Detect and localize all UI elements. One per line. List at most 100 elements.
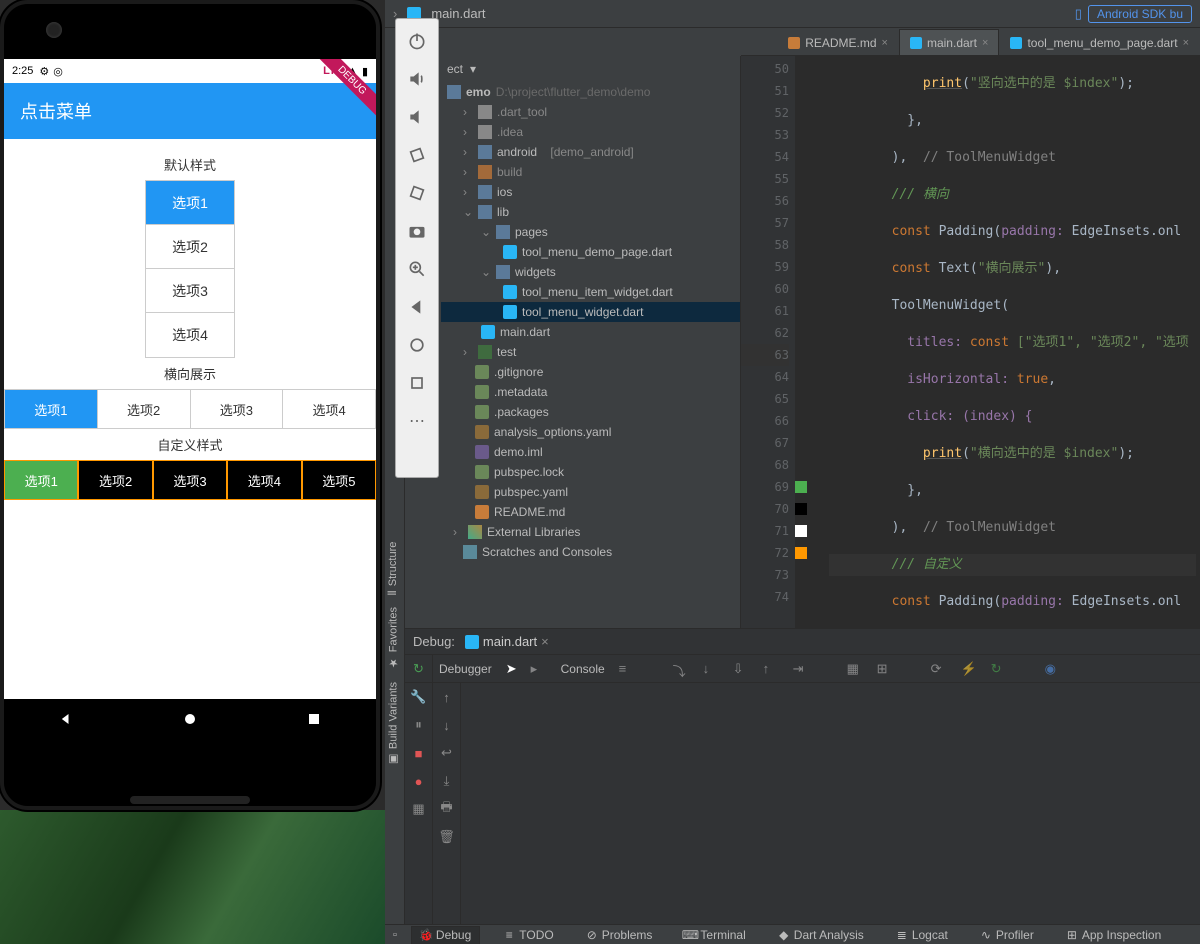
status-tab-appinspection[interactable]: ⊞App Inspection xyxy=(1057,926,1170,944)
scroll-icon[interactable]: ⤓ xyxy=(439,773,455,789)
hmenu-item[interactable]: 选项1 xyxy=(5,390,98,428)
vmenu-item[interactable]: 选项2 xyxy=(146,225,234,269)
cmenu-item[interactable]: 选项2 xyxy=(78,460,152,500)
structure-tab[interactable]: ⫴ Structure xyxy=(385,536,401,601)
close-icon[interactable]: × xyxy=(1183,37,1189,49)
table-icon[interactable]: ▦ xyxy=(847,661,863,677)
rerun-icon[interactable]: ↻ xyxy=(411,661,427,677)
tree-file[interactable]: .metadata xyxy=(441,382,740,402)
favorites-tab[interactable]: ★ Favorites xyxy=(385,601,402,675)
color-swatch-green[interactable] xyxy=(795,481,807,493)
breadcrumb-file[interactable]: main.dart xyxy=(431,6,485,21)
debugger-tab[interactable]: Debugger xyxy=(439,662,492,676)
power-icon[interactable] xyxy=(407,31,427,51)
close-icon[interactable]: × xyxy=(882,37,888,49)
tree-item[interactable]: ⌄pages xyxy=(441,222,740,242)
more-icon[interactable]: ⋯ xyxy=(407,411,427,431)
step-out-icon[interactable]: ↑ xyxy=(763,661,779,677)
clear-icon[interactable]: 🗑 xyxy=(439,829,455,845)
devtools-icon[interactable]: ◉ xyxy=(1045,661,1061,677)
cmenu-item[interactable]: 选项5 xyxy=(302,460,376,500)
tree-file[interactable]: demo.iml xyxy=(441,442,740,462)
status-tab-profiler[interactable]: ∿Profiler xyxy=(971,926,1043,944)
tree-item[interactable]: ⌄lib xyxy=(441,202,740,222)
back-icon[interactable] xyxy=(407,297,427,317)
color-swatch-white[interactable] xyxy=(795,525,807,537)
pause-icon[interactable]: ⏸ xyxy=(411,717,427,733)
tree-file[interactable]: analysis_options.yaml xyxy=(441,422,740,442)
home-icon[interactable] xyxy=(407,335,427,355)
code-area[interactable]: print("竖向选中的是 $index"); }, ), // ToolMen… xyxy=(825,56,1200,628)
close-icon[interactable]: × xyxy=(982,37,988,49)
camera-icon[interactable] xyxy=(407,221,427,241)
status-tab-todo[interactable]: ≡TODO xyxy=(494,926,562,944)
vmenu-item[interactable]: 选项1 xyxy=(146,181,234,225)
hot-reload-icon[interactable]: ⚡ xyxy=(961,661,977,677)
tree-file[interactable]: pubspec.lock xyxy=(441,462,740,482)
step-force-icon[interactable]: ⇩ xyxy=(733,661,749,677)
status-tab-terminal[interactable]: ⌨Terminal xyxy=(675,926,754,944)
cmenu-item[interactable]: 选项3 xyxy=(153,460,227,500)
step-over-icon[interactable]: ⤵ xyxy=(673,661,689,677)
debug-file[interactable]: main.dart × xyxy=(465,634,549,649)
tab-main[interactable]: main.dart × xyxy=(899,29,999,55)
build-variants-tab[interactable]: ▣ Build Variants xyxy=(385,676,402,772)
down-icon[interactable]: ↓ xyxy=(439,717,455,733)
tree-item[interactable]: ›.dart_tool xyxy=(441,102,740,122)
breakpoints-icon[interactable]: ● xyxy=(411,773,427,789)
color-swatch-orange[interactable] xyxy=(795,547,807,559)
device-selector[interactable]: Android SDK bu xyxy=(1088,5,1192,23)
tree-item[interactable]: ›build xyxy=(441,162,740,182)
tree-file[interactable]: README.md xyxy=(441,502,740,522)
overview-icon[interactable] xyxy=(407,373,427,393)
tree-file[interactable]: .gitignore xyxy=(441,362,740,382)
restart-icon[interactable]: ⟳ xyxy=(931,661,947,677)
tree-item[interactable]: ›android [demo_android] xyxy=(441,142,740,162)
run-to-cursor-icon[interactable]: ⇥ xyxy=(793,661,809,677)
step-into-icon[interactable]: ↓ xyxy=(703,661,719,677)
tree-item[interactable]: ›.idea xyxy=(441,122,740,142)
tab-toolpage[interactable]: tool_menu_demo_page.dart × xyxy=(999,29,1200,55)
rotate-left-icon[interactable] xyxy=(407,145,427,165)
console-tab[interactable]: Console xyxy=(561,662,605,676)
rotate-right-icon[interactable] xyxy=(407,183,427,203)
filter-icon[interactable]: ≡ xyxy=(619,661,635,677)
layout-icon[interactable]: ▦ xyxy=(411,801,427,817)
tree-file[interactable]: pubspec.yaml xyxy=(441,482,740,502)
home-icon[interactable] xyxy=(180,709,200,729)
recents-icon[interactable] xyxy=(304,709,324,729)
status-tab-debug[interactable]: 🐞Debug xyxy=(411,926,480,944)
tree-item[interactable]: Scratches and Consoles xyxy=(441,542,740,562)
tree-file[interactable]: tool_menu_demo_page.dart xyxy=(441,242,740,262)
tree-file[interactable]: main.dart xyxy=(441,322,740,342)
status-corner-icon[interactable]: ▫ xyxy=(393,929,397,941)
volume-up-icon[interactable] xyxy=(407,69,427,89)
status-tab-dart[interactable]: ◆Dart Analysis xyxy=(769,926,873,944)
print-icon[interactable]: 🖶 xyxy=(439,801,455,817)
flutter-reload-icon[interactable]: ↻ xyxy=(991,661,1007,677)
vmenu-item[interactable]: 选项4 xyxy=(146,313,234,357)
zoom-icon[interactable] xyxy=(407,259,427,279)
tree-file-selected[interactable]: tool_menu_widget.dart xyxy=(441,302,740,322)
cmenu-item[interactable]: 选项1 xyxy=(4,460,78,500)
tree-item[interactable]: ⌄widgets xyxy=(441,262,740,282)
vmenu-item[interactable]: 选项3 xyxy=(146,269,234,313)
cmenu-item[interactable]: 选项4 xyxy=(227,460,301,500)
project-tree[interactable]: ect▾ emo D:\project\flutter_demo\demo ›.… xyxy=(441,56,741,628)
up-icon[interactable]: ↑ xyxy=(439,689,455,705)
grid-icon[interactable]: ⊞ xyxy=(877,661,893,677)
tree-root[interactable]: emo D:\project\flutter_demo\demo xyxy=(441,82,740,102)
hmenu-item[interactable]: 选项3 xyxy=(191,390,284,428)
back-icon[interactable] xyxy=(56,709,76,729)
tree-item[interactable]: ›test xyxy=(441,342,740,362)
stop-icon[interactable]: ■ xyxy=(411,745,427,761)
tree-file[interactable]: tool_menu_item_widget.dart xyxy=(441,282,740,302)
code-editor[interactable]: 5051525354 5556575859 6061626364 6566676… xyxy=(741,56,1200,628)
tree-item[interactable]: ›External Libraries xyxy=(441,522,740,542)
wrap-icon[interactable]: ↩ xyxy=(439,745,455,761)
volume-down-icon[interactable] xyxy=(407,107,427,127)
project-dropdown[interactable]: ect▾ xyxy=(441,56,740,82)
status-tab-logcat[interactable]: ≣Logcat xyxy=(887,926,957,944)
status-tab-problems[interactable]: ⊘Problems xyxy=(577,926,662,944)
wrench-icon[interactable]: 🔧 xyxy=(411,689,427,705)
